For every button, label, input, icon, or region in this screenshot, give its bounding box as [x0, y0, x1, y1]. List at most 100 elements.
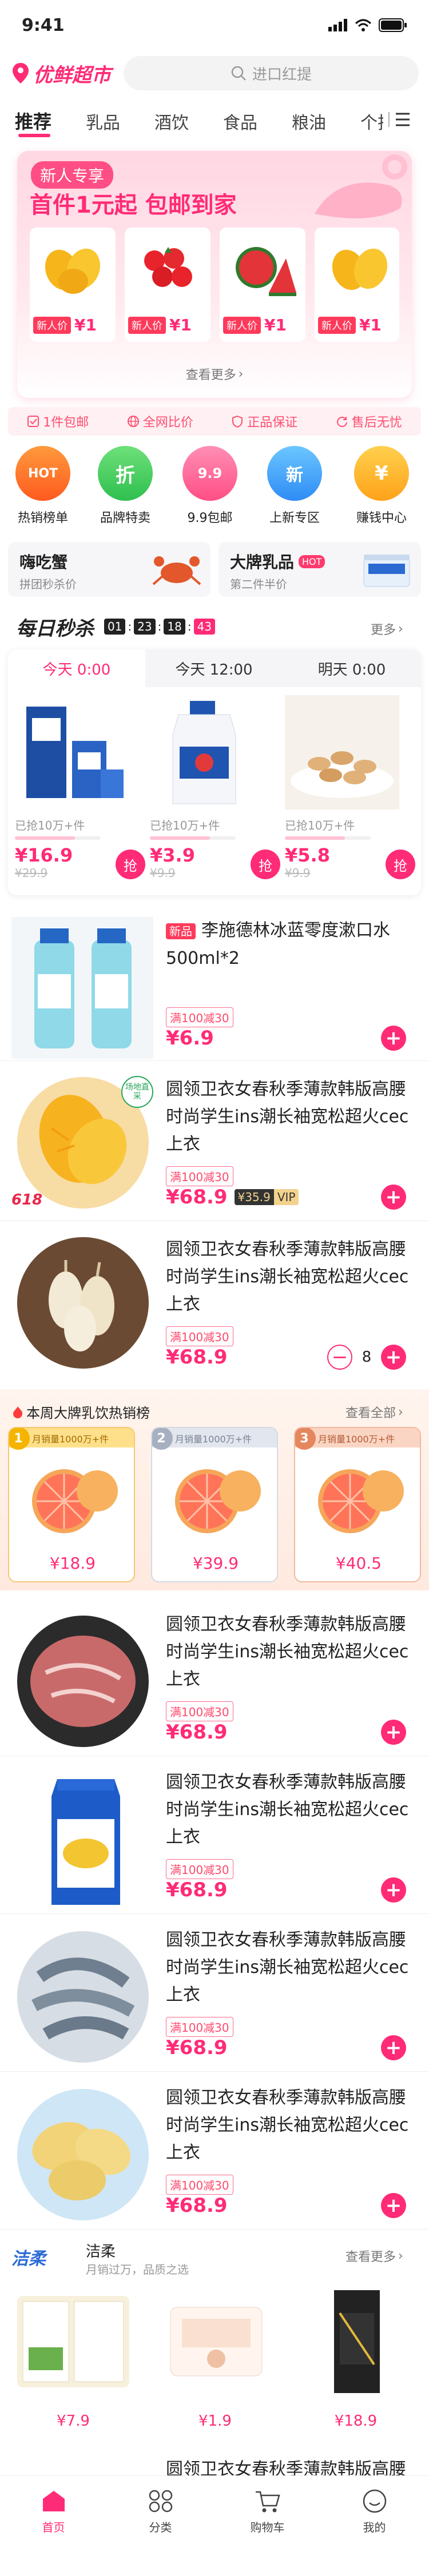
brand-see-more[interactable]: 查看更多 ›	[345, 2247, 403, 2265]
mango-image-icon	[45, 248, 101, 294]
product-garlic-sweater[interactable]: 圆领卫衣女春秋季薄款韩版高腰时尚学生ins潮长袖宽松超火cec上衣 满100减3…	[0, 1231, 429, 1381]
flash-item-2[interactable]: 已抢10万+件 ¥3.9 ¥9.9 抢	[150, 695, 281, 890]
tabs-menu-icon[interactable]	[388, 111, 411, 128]
tab-grain-oil[interactable]: 粮油	[292, 109, 326, 134]
decrease-quantity-button[interactable]: −	[327, 1345, 352, 1370]
product-meat[interactable]: 圆领卫衣女春秋季薄款韩版高腰时尚学生ins潮长袖宽松超火cec上衣 满100减3…	[0, 1606, 429, 1756]
product-potato[interactable]: 圆领卫衣女春秋季薄款韩版高腰时尚学生ins潮长袖宽松超火cec上衣 满100减3…	[0, 2080, 429, 2230]
promo-tag: 满100减30	[166, 1701, 233, 1721]
flash-sale-more[interactable]: 更多 ›	[371, 620, 403, 638]
promo-card-dairy[interactable]: 大牌乳品 HOT 第二件半价	[219, 542, 421, 597]
app-name: 优鲜超市	[33, 63, 111, 87]
guarantee-2: 全网比价	[127, 412, 193, 430]
add-to-cart-button[interactable]: +	[381, 1720, 406, 1745]
hot-item-price: ¥18.9	[49, 1554, 96, 1573]
promo-tag: 满100减30	[166, 2017, 233, 2037]
flash-sale-time-tabs: 今天 0:00 今天 12:00 明天 0:00	[8, 649, 421, 687]
time-tab-today-12[interactable]: 今天 12:00	[145, 649, 283, 687]
flash-item-3[interactable]: 已抢10万+件 ¥5.8 ¥9.9 抢	[285, 695, 416, 890]
add-to-cart-button[interactable]: +	[381, 1185, 406, 1210]
new-user-product-1[interactable]: 新人价 ¥1	[30, 228, 116, 342]
black-tissue-image-icon	[334, 2290, 380, 2393]
tab-recommended[interactable]: 推荐	[15, 107, 51, 134]
app-logo[interactable]: 优鲜超市	[11, 55, 111, 91]
hot-item-3[interactable]: 月销量1000万+件 3 ¥40.5	[294, 1427, 421, 1582]
brand-item-2[interactable]: ¥1.9	[153, 2279, 277, 2433]
tabbar-category[interactable]: 分类	[107, 2489, 214, 2535]
tab-dairy[interactable]: 乳品	[86, 109, 120, 134]
new-user-see-more[interactable]: 查看更多 ›	[17, 365, 412, 383]
product-listerine[interactable]: 新品 李施德林冰蓝零度漱口水500ml*2 满100减30 ¥6.9 +	[0, 912, 429, 1061]
product-price: ¥68.9	[166, 2036, 228, 2059]
add-to-cart-button[interactable]: +	[381, 1877, 406, 1903]
promo-card-crab[interactable]: 嗨吃蟹 拼团秒杀价	[8, 542, 210, 597]
tab-food[interactable]: 食品	[223, 109, 257, 134]
brand-item-1[interactable]: ¥7.9	[11, 2279, 135, 2433]
tabbar-profile[interactable]: 我的	[321, 2489, 428, 2535]
tabbar-cart[interactable]: 购物车	[214, 2489, 321, 2535]
money-bag-icon: ¥	[354, 446, 409, 501]
countdown-seconds: 18	[164, 619, 185, 635]
brand-slogan: 月销过万，品质之选	[86, 2263, 189, 2276]
search-icon	[231, 66, 246, 81]
new-user-banner: 新人专享 首件1元起 包邮到家 新人价 ¥1 新人价 ¥1 新人价 ¥1 新人价 ¥1 …	[17, 151, 412, 398]
quantity-value: 8	[362, 1349, 372, 1366]
time-tab-today-0[interactable]: 今天 0:00	[8, 649, 145, 687]
quick-entry-grid: HOT 热销榜单 折 品牌特卖 9.9 9.9包邮 新 上新专区 ¥ 赚钱中心	[0, 446, 429, 532]
time-tab-tomorrow-0[interactable]: 明天 0:00	[283, 649, 421, 687]
profile-smile-icon	[363, 2489, 386, 2513]
entry-hot-list[interactable]: HOT 热销榜单	[8, 446, 78, 526]
search-bar[interactable]: 进口红提	[124, 56, 419, 90]
new-user-product-3[interactable]: 新人价 ¥1	[220, 228, 305, 342]
entry-earn-center[interactable]: ¥ 赚钱中心	[347, 446, 416, 526]
hot-ranking-see-all[interactable]: 查看全部 ›	[345, 1403, 403, 1421]
quantity-stepper: − 8 +	[327, 1345, 406, 1370]
flash-sale-header: 每日秒杀 01: 23: 18: 43	[16, 614, 216, 640]
tabbar-home[interactable]: 首页	[0, 2489, 107, 2535]
add-to-cart-button[interactable]: +	[381, 2193, 406, 2218]
tomato-image-icon	[144, 247, 192, 287]
countdown-timer: 01: 23: 18: 43	[104, 619, 216, 635]
hot-item-2[interactable]: 月销量1000万+件 2 ¥39.9	[151, 1427, 278, 1582]
product-price-row: ¥68.9 ¥35.9 VIP	[166, 1186, 299, 1209]
product-title: 圆领卫衣女春秋季薄款韩版高腰时尚学生ins潮长袖宽松超火cec上衣	[166, 1772, 409, 1847]
hot-ranking-header: 本周大牌乳饮热销榜	[11, 1402, 150, 1422]
category-grid-icon	[149, 2490, 172, 2513]
product-mango-sweater[interactable]: 618 场地直采 圆领卫衣女春秋季薄款韩版高腰时尚学生ins潮长袖宽松超火cec…	[0, 1071, 429, 1221]
add-to-cart-button[interactable]: +	[381, 2035, 406, 2060]
flash-sale-card: 今天 0:00 今天 12:00 明天 0:00 已抢10万+件 ¥16.9 ¥…	[8, 649, 421, 895]
hot-item-1[interactable]: 月销量1000万+件 1 ¥18.9	[8, 1427, 135, 1582]
tab-personal-care[interactable]: 个护	[360, 109, 383, 134]
gift-decoration-icon	[315, 154, 407, 218]
promo-618-label: 618	[11, 1191, 43, 1209]
entry-99-shipping[interactable]: 9.9 9.9包邮	[175, 446, 245, 526]
brand-item-3[interactable]: ¥18.9	[294, 2279, 418, 2433]
countdown-millis: 43	[193, 619, 216, 635]
grab-button-1[interactable]: 抢	[116, 850, 145, 879]
grab-button-3[interactable]: 抢	[386, 850, 415, 879]
mango-image-icon	[332, 248, 388, 290]
promo-dairy-subtitle: 第二件半价	[230, 577, 287, 591]
promo-tag: 满100减30	[166, 2175, 233, 2195]
status-bar: 9:41	[0, 0, 429, 50]
add-to-cart-button[interactable]: +	[381, 1026, 406, 1051]
entry-new-arrivals[interactable]: 新 上新专区	[260, 446, 329, 526]
grab-button-2[interactable]: 抢	[251, 850, 280, 879]
grapefruit-image-icon	[175, 1469, 261, 1533]
page: 9:41 优鲜超市 进口红提 推荐 乳品 酒饮 食品 粮油 个护 新人专享 首件…	[0, 0, 429, 2576]
product-price: ¥68.9	[166, 1721, 228, 1744]
product-shrimp[interactable]: 圆领卫衣女春秋季薄款韩版高腰时尚学生ins潮长袖宽松超火cec上衣 满100减3…	[0, 1922, 429, 2072]
new-user-price-4: 新人价 ¥1	[318, 316, 382, 334]
new-user-product-2[interactable]: 新人价 ¥1	[125, 228, 210, 342]
entry-brand-sale[interactable]: 折 品牌特卖	[90, 446, 160, 526]
promo-crab-subtitle: 拼团秒杀价	[19, 577, 77, 591]
flash-item-1[interactable]: 已抢10万+件 ¥16.9 ¥29.9 抢	[15, 695, 146, 890]
brand-logo: 洁柔	[11, 2249, 46, 2269]
tab-drinks[interactable]: 酒饮	[154, 109, 189, 134]
hot-icon: HOT	[15, 446, 70, 501]
battery-icon	[379, 18, 407, 32]
product-milk-carton[interactable]: 圆领卫衣女春秋季薄款韩版高腰时尚学生ins潮长袖宽松超火cec上衣 满100减3…	[0, 1764, 429, 1914]
increase-quantity-button[interactable]: +	[381, 1345, 406, 1370]
new-user-product-4[interactable]: 新人价 ¥1	[315, 228, 399, 342]
brand-section-jierou: 洁柔 洁柔 月销过万，品质之选 查看更多 › ¥7.9 ¥1.9 ¥18.9	[0, 2235, 429, 2441]
